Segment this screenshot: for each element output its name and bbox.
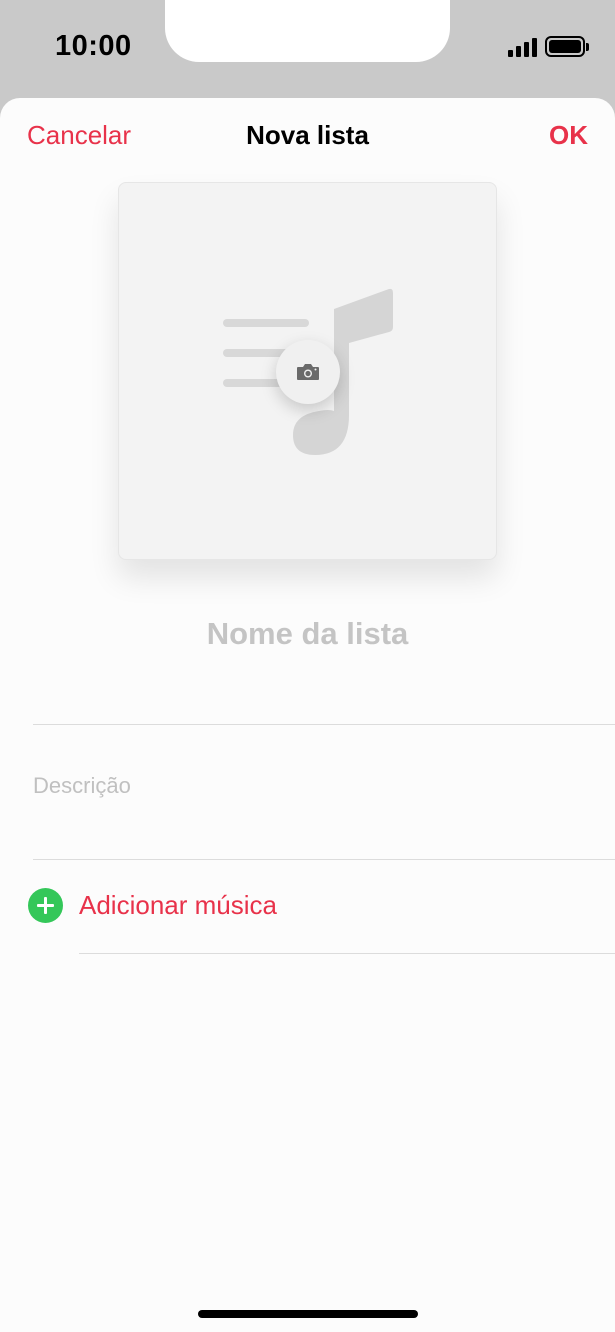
ok-button[interactable]: OK bbox=[549, 120, 588, 151]
home-indicator bbox=[198, 1310, 418, 1318]
battery-icon bbox=[545, 36, 589, 57]
add-circle-icon bbox=[28, 888, 63, 923]
signal-icon bbox=[508, 37, 537, 57]
status-time: 10:00 bbox=[55, 30, 132, 62]
page-title: Nova lista bbox=[246, 120, 369, 150]
device-frame: 10:00 Cancelar Nova lista OK Nome da lis… bbox=[0, 0, 615, 1332]
new-playlist-sheet: Cancelar Nova lista OK Nome da lista Des… bbox=[0, 98, 615, 1332]
add-music-button[interactable]: Adicionar música bbox=[28, 888, 277, 923]
camera-icon bbox=[297, 364, 319, 380]
navigation-bar: Cancelar Nova lista OK bbox=[0, 98, 615, 170]
choose-photo-button[interactable] bbox=[276, 340, 340, 404]
add-music-label: Adicionar música bbox=[79, 890, 277, 920]
playlist-name-field[interactable] bbox=[0, 616, 615, 652]
divider bbox=[79, 953, 615, 954]
description-field[interactable] bbox=[33, 773, 593, 799]
notch bbox=[165, 0, 450, 62]
divider bbox=[33, 859, 615, 860]
divider bbox=[33, 724, 615, 725]
status-bar: 10:00 bbox=[0, 0, 615, 98]
playlist-artwork[interactable] bbox=[118, 182, 497, 560]
system-icons bbox=[508, 36, 589, 57]
